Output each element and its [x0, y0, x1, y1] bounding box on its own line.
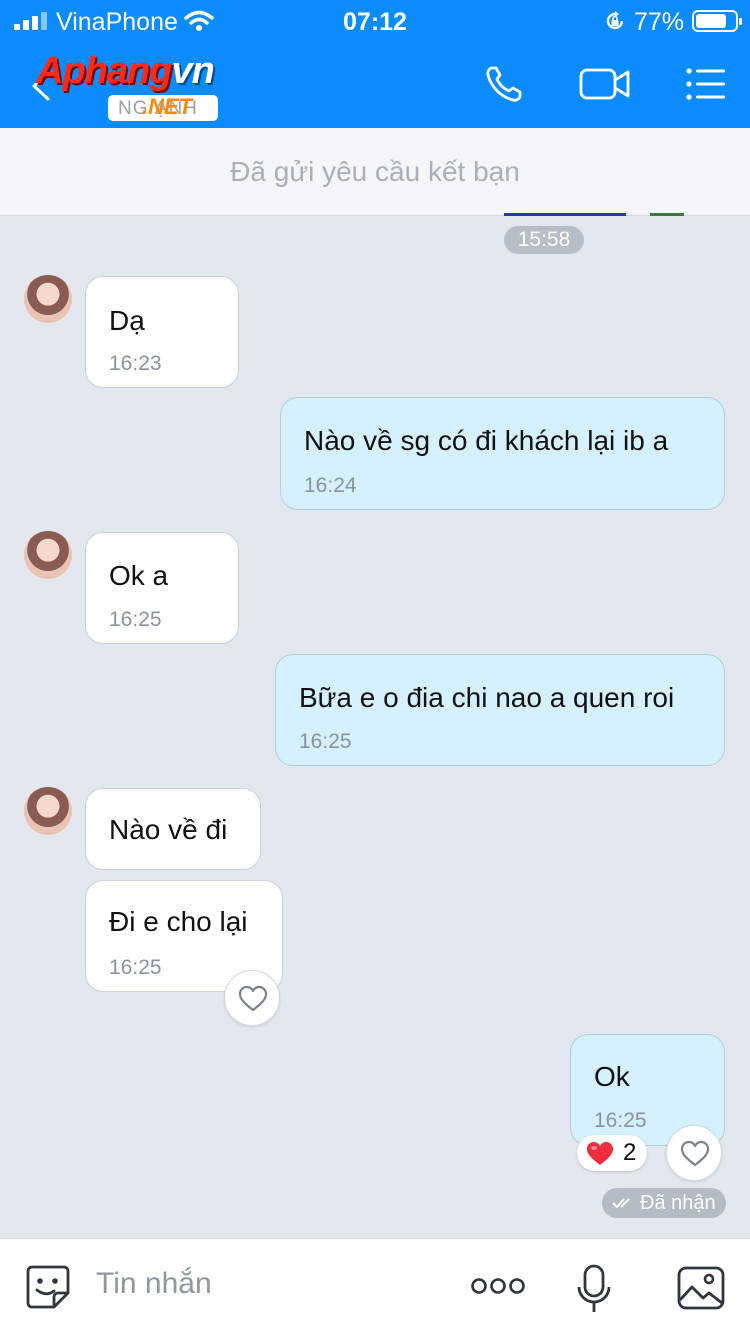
friend-request-banner: Đã gửi yêu cầu kết bạn: [0, 128, 750, 216]
heart-outline-icon: [680, 1140, 710, 1167]
contact-avatar[interactable]: [24, 275, 72, 323]
more-icon[interactable]: [470, 1277, 526, 1295]
message-text: Ok a: [109, 560, 169, 591]
reaction-summary[interactable]: 2: [577, 1135, 647, 1171]
menu-icon[interactable]: [684, 62, 728, 106]
message-input-bar: Tin nhắn: [0, 1238, 750, 1334]
cutoff-content: [650, 213, 684, 216]
message-text: Bữa e o đia chi nao a quen roi: [299, 682, 675, 713]
message-bubble-outgoing[interactable]: Bữa e o đia chi nao a quen roi 16:25: [275, 654, 725, 766]
battery-percent: 77%: [633, 8, 684, 36]
contact-avatar[interactable]: [24, 787, 72, 835]
message-time: 16:25: [109, 956, 162, 979]
video-call-icon[interactable]: [578, 62, 632, 106]
message-bubble-outgoing[interactable]: Nào về sg có đi khách lại ib a 16:24: [280, 397, 725, 510]
message-text: Ok: [594, 1061, 630, 1092]
message-text: Nào về đi: [109, 814, 228, 845]
cutoff-content: [504, 213, 626, 216]
chat-navbar: NG ẠNH Aphangvn .NET: [0, 40, 750, 128]
message-text: Đi e cho lại: [109, 906, 248, 937]
rotation-lock-icon: [606, 11, 624, 30]
sticker-icon[interactable]: [24, 1263, 72, 1311]
react-heart-button[interactable]: [666, 1125, 722, 1181]
message-time: 16:24: [304, 474, 357, 497]
message-time: 16:25: [594, 1109, 647, 1132]
time-separator: 15:58: [504, 226, 584, 254]
message-time: 16:25: [109, 608, 162, 631]
contact-avatar[interactable]: [24, 531, 72, 579]
react-heart-button[interactable]: [224, 970, 280, 1026]
watermark-logo: NG ẠNH Aphangvn .NET: [36, 50, 266, 122]
message-text: Nào về sg có đi khách lại ib a: [304, 425, 669, 456]
message-time: 16:23: [109, 352, 162, 375]
message-time: 16:25: [299, 730, 352, 753]
phone-icon[interactable]: [482, 62, 530, 106]
message-bubble-incoming[interactable]: Dạ 16:23: [85, 276, 239, 388]
message-bubble-incoming[interactable]: Ok a 16:25: [85, 532, 239, 644]
image-icon[interactable]: [676, 1265, 726, 1311]
heart-filled-icon: [587, 1142, 613, 1165]
delivery-status-label: Đã nhận: [640, 1192, 716, 1214]
message-input[interactable]: Tin nhắn: [96, 1267, 212, 1301]
delivery-status: Đã nhận: [602, 1188, 726, 1218]
microphone-icon[interactable]: [576, 1263, 612, 1315]
header-bar: VinaPhone 07:12 77% NG ẠNH Aphangvn .NET: [0, 0, 750, 128]
heart-outline-icon: [238, 985, 268, 1012]
status-bar: VinaPhone 07:12 77%: [0, 0, 750, 40]
reaction-count: 2: [623, 1139, 637, 1166]
message-bubble-incoming[interactable]: Nào về đi: [85, 788, 261, 870]
double-check-icon: [612, 1198, 630, 1209]
battery-icon: [692, 10, 742, 32]
message-text: Dạ: [109, 305, 145, 336]
